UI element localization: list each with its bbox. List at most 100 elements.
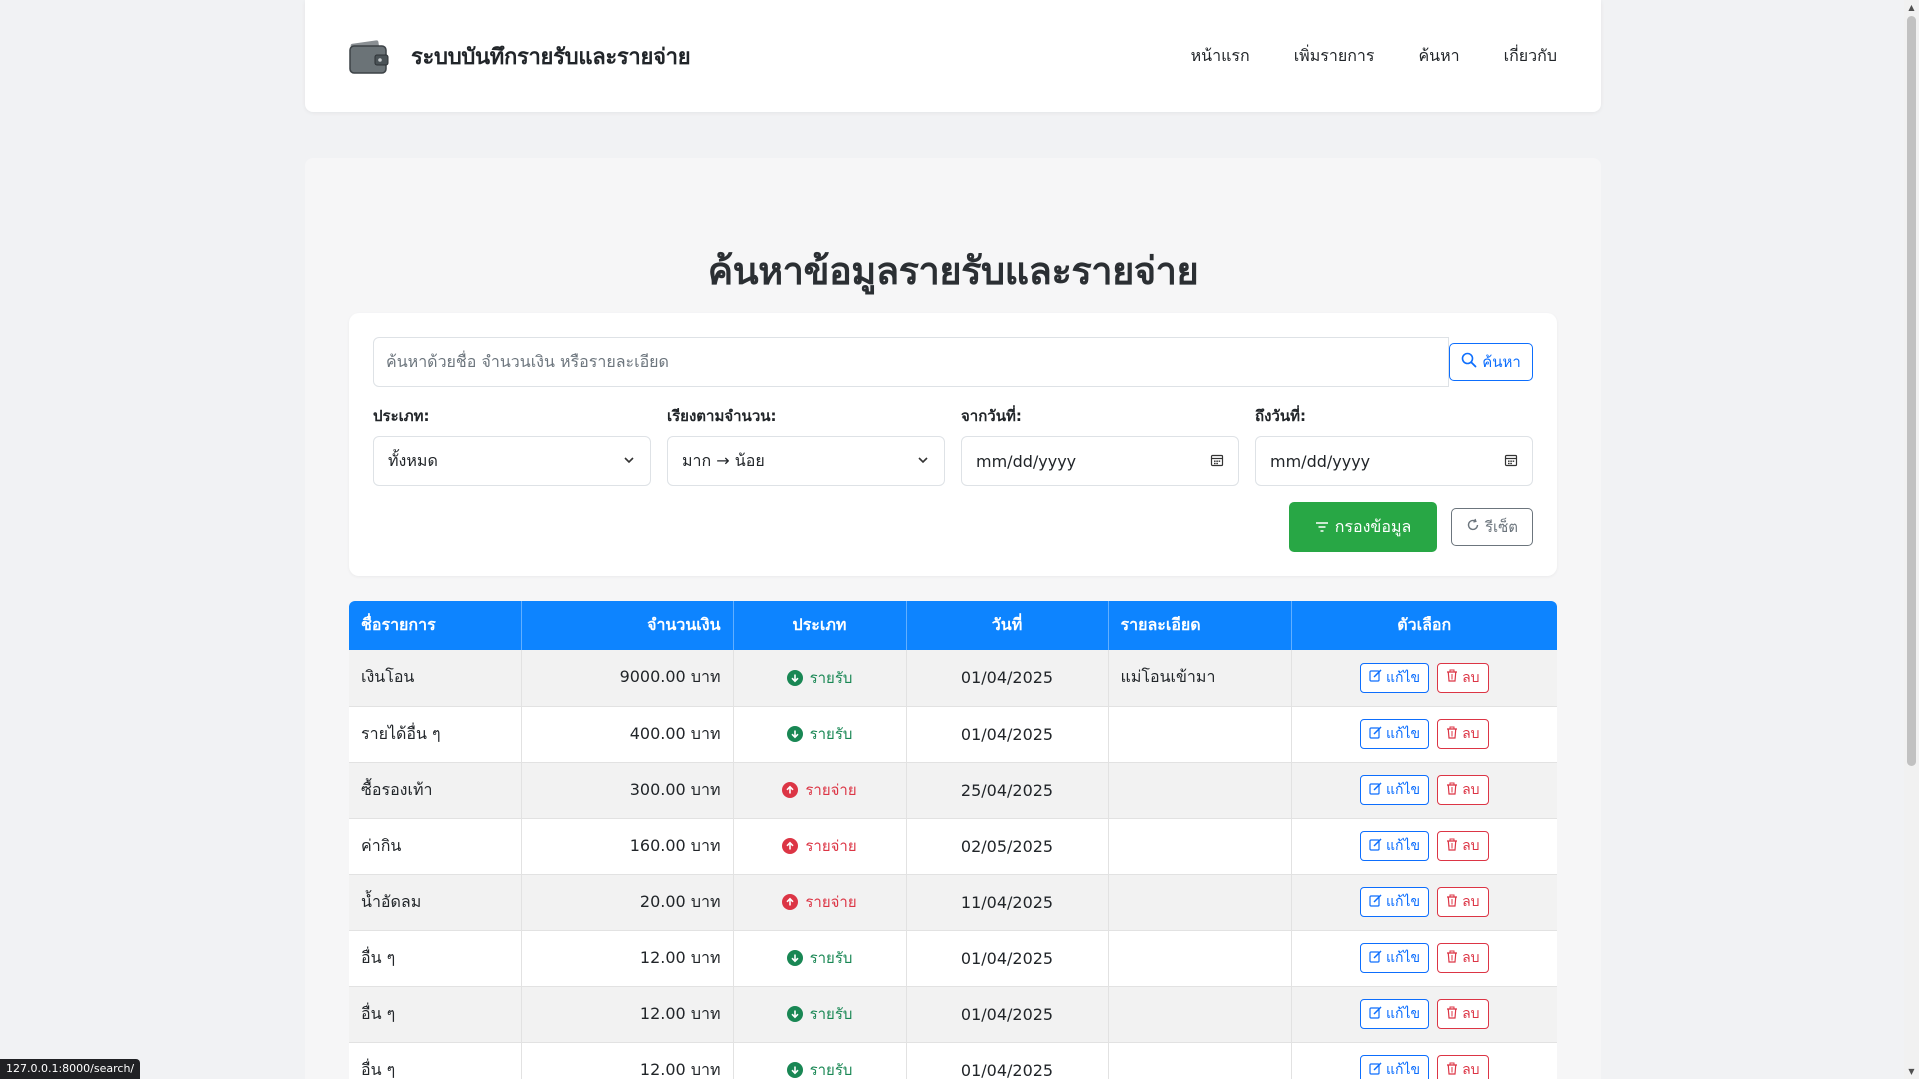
edit-button[interactable]: แก้ไข bbox=[1359, 943, 1430, 973]
filter-button-label: กรองข้อมูล bbox=[1334, 516, 1412, 536]
edit-icon bbox=[1369, 837, 1382, 855]
type-badge: รายจ่าย bbox=[782, 778, 857, 802]
trash-icon bbox=[1446, 1006, 1458, 1023]
delete-button-label: ลบ bbox=[1462, 669, 1480, 686]
cell-type: รายจ่าย bbox=[733, 818, 907, 875]
edit-button[interactable]: แก้ไข bbox=[1359, 999, 1430, 1029]
edit-button[interactable]: แก้ไข bbox=[1359, 775, 1430, 805]
delete-button[interactable]: ลบ bbox=[1437, 831, 1489, 861]
calendar-icon[interactable] bbox=[1210, 452, 1224, 471]
type-badge: รายรับ bbox=[786, 722, 853, 746]
nav-search[interactable]: ค้นหา bbox=[1418, 44, 1459, 69]
delete-button[interactable]: ลบ bbox=[1437, 719, 1489, 749]
delete-button[interactable]: ลบ bbox=[1437, 775, 1489, 805]
cell-amount: 160.00 บาท bbox=[521, 818, 734, 875]
type-badge: รายรับ bbox=[786, 1058, 853, 1079]
scroll-down-icon[interactable]: ▼ bbox=[1904, 1064, 1919, 1079]
brand[interactable]: ระบบบันทึกรายรับและรายจ่าย bbox=[349, 37, 691, 75]
delete-button-label: ลบ bbox=[1462, 726, 1480, 742]
type-label: รายจ่าย bbox=[805, 893, 857, 911]
delete-button[interactable]: ลบ bbox=[1437, 887, 1489, 917]
delete-button[interactable]: ลบ bbox=[1437, 943, 1489, 973]
type-label: รายรับ bbox=[809, 1005, 853, 1023]
edit-icon bbox=[1369, 725, 1382, 743]
nav-about[interactable]: เกี่ยวกับ bbox=[1504, 44, 1557, 69]
edit-button[interactable]: แก้ไข bbox=[1359, 719, 1430, 749]
scroll-thumb[interactable] bbox=[1907, 16, 1916, 766]
cell-actions: แก้ไข ลบ bbox=[1291, 1042, 1557, 1079]
filter-button[interactable]: กรองข้อมูล bbox=[1289, 502, 1437, 552]
arrow-up-circle-icon bbox=[782, 894, 799, 910]
to-date-value: mm/dd/yyyy bbox=[1270, 451, 1371, 471]
cell-date: 25/04/2025 bbox=[906, 762, 1109, 819]
to-date-input[interactable]: mm/dd/yyyy bbox=[1255, 436, 1533, 486]
type-label: รายรับ bbox=[809, 725, 853, 743]
edit-button[interactable]: แก้ไข bbox=[1359, 831, 1430, 861]
brand-title: ระบบบันทึกรายรับและรายจ่าย bbox=[411, 44, 691, 70]
table-header-row: ชื่อรายการ จำนวนเงิน ประเภท วันที่ รายละ… bbox=[349, 601, 1557, 650]
edit-icon bbox=[1369, 893, 1382, 911]
from-date-input[interactable]: mm/dd/yyyy bbox=[961, 436, 1239, 486]
type-select-value: ทั้งหมด bbox=[388, 450, 438, 470]
trash-icon bbox=[1446, 782, 1458, 799]
cell-description bbox=[1108, 930, 1292, 987]
cell-type: รายจ่าย bbox=[733, 762, 907, 819]
trash-icon bbox=[1446, 894, 1458, 911]
scroll-up-icon[interactable]: ▲ bbox=[1904, 0, 1919, 15]
type-label: รายจ่าย bbox=[805, 837, 857, 855]
cell-actions: แก้ไข ลบ bbox=[1291, 650, 1557, 707]
table-row: ค่ากิน 160.00 บาท รายจ่าย 02/05/2025 แก้… bbox=[349, 818, 1557, 875]
delete-button-label: ลบ bbox=[1462, 950, 1480, 966]
edit-button[interactable]: แก้ไข bbox=[1359, 662, 1430, 693]
sort-select-value: มาก → น้อย bbox=[682, 450, 765, 470]
search-button[interactable]: ค้นหา bbox=[1449, 343, 1533, 381]
cell-description: แม่โอนเข้ามา bbox=[1108, 650, 1292, 707]
cell-amount: 12.00 บาท bbox=[521, 1042, 734, 1079]
type-badge: รายจ่าย bbox=[782, 890, 857, 914]
cell-name: น้ำอัดลม bbox=[349, 874, 522, 931]
edit-icon bbox=[1369, 781, 1382, 799]
delete-button[interactable]: ลบ bbox=[1437, 1055, 1489, 1079]
edit-button-label: แก้ไข bbox=[1385, 838, 1421, 854]
cell-description bbox=[1108, 762, 1292, 819]
edit-button[interactable]: แก้ไข bbox=[1359, 887, 1430, 917]
nav-home[interactable]: หน้าแรก bbox=[1191, 44, 1250, 69]
cell-actions: แก้ไข ลบ bbox=[1291, 986, 1557, 1043]
sort-select[interactable]: มาก → น้อย bbox=[667, 436, 945, 486]
table-row: รายได้อื่น ๆ 400.00 บาท รายรับ 01/04/202… bbox=[349, 706, 1557, 763]
reset-button-label: รีเซ็ต bbox=[1484, 518, 1519, 536]
trash-icon bbox=[1446, 726, 1458, 743]
delete-button-label: ลบ bbox=[1462, 838, 1480, 854]
cell-name: อื่น ๆ bbox=[349, 986, 522, 1043]
transactions-table: ชื่อรายการ จำนวนเงิน ประเภท วันที่ รายละ… bbox=[349, 601, 1557, 1079]
header-type: ประเภท bbox=[733, 601, 907, 650]
cell-amount: 400.00 บาท bbox=[521, 706, 734, 763]
cell-date: 01/04/2025 bbox=[906, 930, 1109, 987]
cell-name: เงินโอน bbox=[349, 650, 522, 707]
scrollbar[interactable]: ▲ ▼ bbox=[1904, 0, 1919, 1079]
reset-button[interactable]: รีเซ็ต bbox=[1451, 508, 1533, 546]
nav-add[interactable]: เพิ่มรายการ bbox=[1294, 44, 1375, 69]
header-amount: จำนวนเงิน bbox=[521, 601, 734, 650]
delete-button[interactable]: ลบ bbox=[1437, 662, 1489, 693]
cell-description bbox=[1108, 874, 1292, 931]
trash-icon bbox=[1446, 950, 1458, 967]
trash-icon bbox=[1446, 1062, 1458, 1079]
type-select[interactable]: ทั้งหมด bbox=[373, 436, 651, 486]
wallet-icon bbox=[349, 37, 389, 75]
type-label: รายรับ bbox=[809, 1061, 853, 1079]
calendar-icon[interactable] bbox=[1504, 452, 1518, 471]
edit-button[interactable]: แก้ไข bbox=[1359, 1055, 1430, 1079]
cell-date: 01/04/2025 bbox=[906, 706, 1109, 763]
edit-icon bbox=[1369, 1005, 1382, 1023]
delete-button[interactable]: ลบ bbox=[1437, 999, 1489, 1029]
type-badge: รายรับ bbox=[786, 1002, 853, 1026]
type-label: ประเภท: bbox=[373, 407, 430, 425]
search-input[interactable]: ค้นหาด้วยชื่อ จำนวนเงิน หรือรายละเอียด bbox=[373, 337, 1449, 387]
cell-type: รายรับ bbox=[733, 930, 907, 987]
edit-icon bbox=[1369, 1061, 1382, 1079]
cell-amount: 9000.00 บาท bbox=[521, 650, 734, 707]
delete-button-label: ลบ bbox=[1462, 894, 1480, 910]
table-row: อื่น ๆ 12.00 บาท รายรับ 01/04/2025 แก้ไข… bbox=[349, 986, 1557, 1043]
table-row: ซื้อรองเท้า 300.00 บาท รายจ่าย 25/04/202… bbox=[349, 762, 1557, 819]
